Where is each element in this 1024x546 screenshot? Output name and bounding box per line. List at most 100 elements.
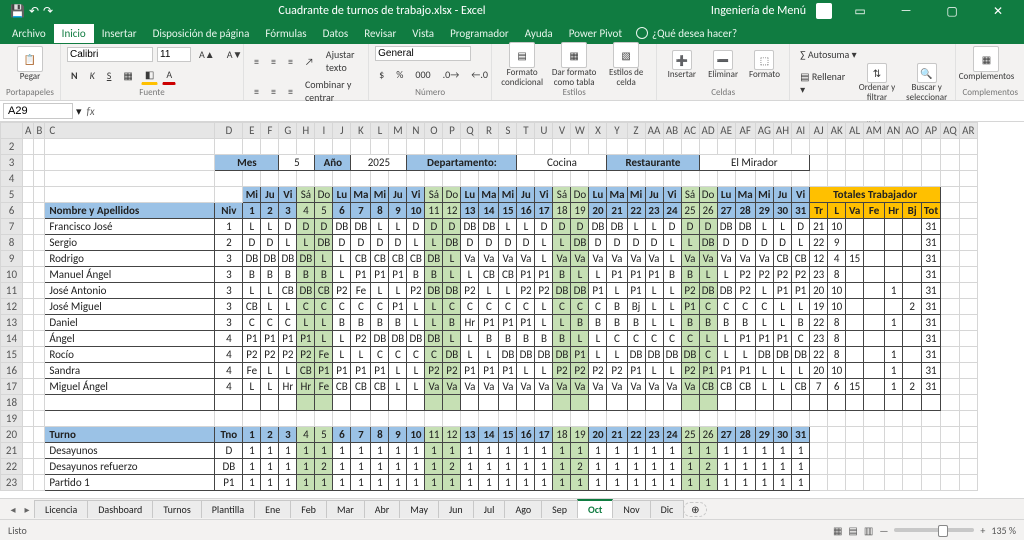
cell[interactable]: CB (792, 379, 810, 395)
cell[interactable]: D (517, 235, 535, 251)
cell[interactable]: Fe (315, 379, 333, 395)
cell[interactable]: 1 (699, 475, 717, 491)
cell[interactable] (627, 171, 645, 187)
font-size-selector[interactable] (157, 47, 191, 62)
cell[interactable] (371, 395, 389, 411)
cell[interactable]: DB (407, 331, 425, 347)
cell[interactable]: 1 (499, 443, 517, 459)
cell[interactable]: Departamento: (407, 155, 517, 171)
cell[interactable] (864, 267, 885, 283)
cell[interactable] (810, 411, 828, 427)
cell[interactable]: 7 (810, 379, 828, 395)
col-header[interactable]: AQ (941, 123, 960, 139)
cell[interactable]: L (389, 363, 407, 379)
cell[interactable]: 1 (315, 443, 333, 459)
cell[interactable]: L (645, 299, 663, 315)
cell[interactable]: Ángel (45, 331, 215, 347)
cell[interactable]: 1 (663, 475, 681, 491)
cell[interactable] (23, 443, 34, 459)
cell[interactable]: B (297, 267, 315, 283)
cell[interactable]: 3 (215, 251, 243, 267)
col-header[interactable]: L (371, 123, 389, 139)
cell[interactable] (34, 379, 45, 395)
cell[interactable]: P2 (735, 283, 755, 299)
cell[interactable] (215, 395, 243, 411)
cell[interactable] (351, 395, 371, 411)
cell[interactable]: L (279, 235, 297, 251)
cell[interactable] (884, 155, 902, 171)
cell[interactable]: L (627, 219, 645, 235)
cell[interactable] (34, 219, 45, 235)
cell[interactable]: C (425, 347, 443, 363)
cell[interactable]: Lu (717, 187, 735, 203)
cell[interactable]: Francisco José (45, 219, 215, 235)
cell[interactable] (941, 395, 960, 411)
cell[interactable]: 1 (297, 459, 315, 475)
cell[interactable] (903, 347, 922, 363)
cell[interactable]: P1 (735, 331, 755, 347)
cell[interactable]: L (261, 363, 279, 379)
cell[interactable]: C (261, 315, 279, 331)
cell[interactable] (389, 411, 407, 427)
cell[interactable]: 1 (371, 459, 389, 475)
cell[interactable]: DB (607, 219, 627, 235)
cell[interactable]: C (627, 331, 645, 347)
cell[interactable] (846, 331, 864, 347)
cell[interactable]: C (607, 331, 627, 347)
cell[interactable]: 11 (425, 427, 443, 443)
cell[interactable] (864, 315, 885, 331)
account-avatar[interactable] (816, 3, 832, 19)
cell[interactable]: DB (717, 219, 735, 235)
cell[interactable] (23, 331, 34, 347)
cell[interactable]: Hr (297, 379, 315, 395)
cell[interactable]: 10 (828, 363, 846, 379)
cell[interactable] (810, 139, 828, 155)
cell[interactable] (884, 251, 902, 267)
row-header[interactable]: 8 (1, 235, 23, 251)
cell[interactable] (846, 139, 864, 155)
cell[interactable]: Mes (215, 155, 279, 171)
cell[interactable] (34, 459, 45, 475)
col-header[interactable]: AR (959, 123, 977, 139)
cell[interactable]: Restaurante (607, 155, 699, 171)
cell[interactable] (663, 395, 681, 411)
cell[interactable]: Va (589, 251, 607, 267)
cell[interactable] (517, 411, 535, 427)
cell[interactable]: B (589, 315, 607, 331)
cell[interactable]: 20 (589, 427, 607, 443)
cell[interactable]: D (773, 235, 791, 251)
cell[interactable] (23, 299, 34, 315)
cell[interactable] (884, 267, 902, 283)
cell[interactable] (941, 267, 960, 283)
cell[interactable]: Cocina (517, 155, 607, 171)
cell[interactable] (903, 235, 922, 251)
cell[interactable] (941, 347, 960, 363)
cell[interactable]: C (717, 299, 735, 315)
cell[interactable]: Va (425, 379, 443, 395)
cell[interactable]: L (443, 331, 461, 347)
cell[interactable]: DB (443, 235, 461, 251)
cell[interactable]: L (333, 347, 351, 363)
name-box[interactable] (3, 103, 73, 119)
cell[interactable]: 4 (215, 347, 243, 363)
cell[interactable] (23, 283, 34, 299)
cell[interactable] (333, 171, 351, 187)
col-header[interactable]: B (34, 123, 45, 139)
cell[interactable]: 28 (735, 427, 755, 443)
cell[interactable]: B (571, 315, 589, 331)
cell[interactable] (261, 139, 279, 155)
cell[interactable] (921, 411, 940, 427)
cell[interactable] (23, 235, 34, 251)
cell[interactable]: 1 (553, 475, 571, 491)
cell[interactable] (755, 171, 773, 187)
cell[interactable]: 23 (810, 267, 828, 283)
cell[interactable]: 1 (517, 475, 535, 491)
cell[interactable]: B (333, 315, 351, 331)
cell[interactable]: D (627, 235, 645, 251)
cell[interactable]: 1 (297, 443, 315, 459)
cell[interactable]: L (261, 283, 279, 299)
cell[interactable]: L (773, 379, 791, 395)
cell[interactable]: D (407, 219, 425, 235)
cell[interactable] (941, 299, 960, 315)
cell[interactable]: C (315, 299, 333, 315)
